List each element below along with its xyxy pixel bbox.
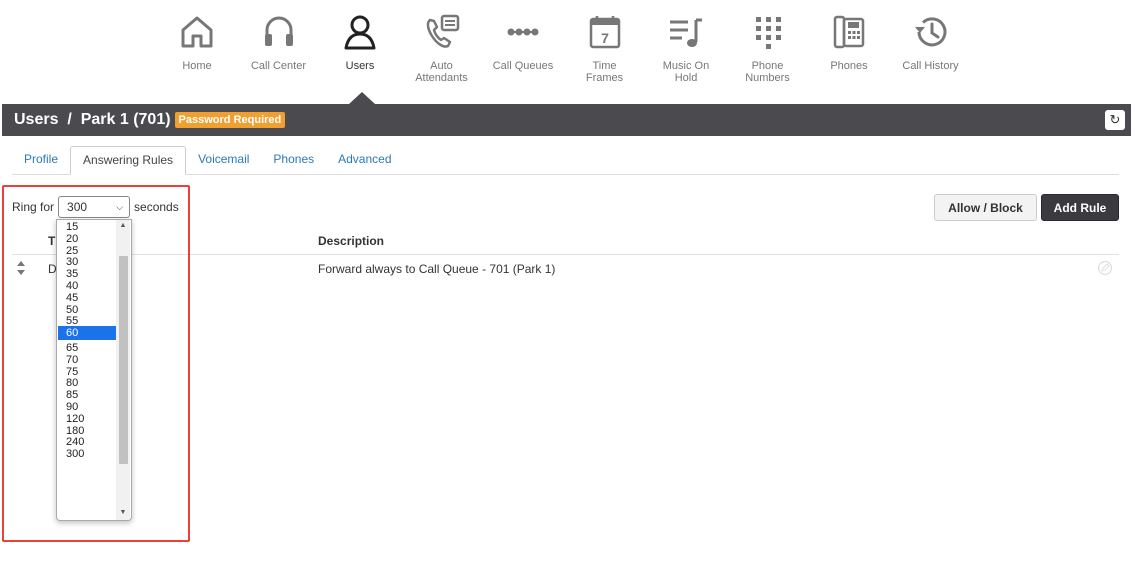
ring-option[interactable]: 85 bbox=[58, 389, 118, 401]
tab-bar: Profile Answering Rules Voicemail Phones… bbox=[12, 146, 1119, 175]
user-icon bbox=[338, 10, 382, 54]
nav-phone-numbers[interactable]: Phone Numbers bbox=[736, 10, 800, 90]
headset-icon bbox=[257, 10, 301, 54]
nav-phones[interactable]: Phones bbox=[817, 10, 881, 90]
nav-label: Music On Hold bbox=[662, 60, 710, 84]
allow-block-button[interactable]: Allow / Block bbox=[934, 194, 1037, 221]
ring-option[interactable]: 60 bbox=[58, 326, 118, 341]
column-header-type[interactable]: T bbox=[48, 234, 55, 248]
nav-label: Home bbox=[182, 60, 212, 72]
ring-option[interactable]: 120 bbox=[58, 413, 118, 425]
ring-option[interactable]: 35 bbox=[58, 268, 118, 280]
ring-option[interactable]: 40 bbox=[58, 280, 118, 292]
phone-menu-icon bbox=[420, 10, 464, 54]
page-titlebar: Users / Park 1 (701) Password Required ↻ bbox=[2, 104, 1131, 136]
nav-time-frames[interactable]: 7 Time Frames bbox=[573, 10, 637, 90]
refresh-icon: ↻ bbox=[1109, 112, 1121, 127]
nav-users[interactable]: Users bbox=[320, 0, 400, 90]
ring-select-value: 300 bbox=[67, 200, 88, 214]
nav-home[interactable]: Home bbox=[165, 10, 229, 90]
nav-label: Call Center bbox=[250, 60, 307, 72]
music-note-icon bbox=[664, 10, 708, 54]
seconds-label: seconds bbox=[134, 200, 179, 214]
nav-call-center[interactable]: Call Center bbox=[247, 10, 311, 90]
calendar-icon: 7 bbox=[583, 10, 627, 54]
ring-for-label: Ring for bbox=[12, 200, 55, 214]
ring-option[interactable]: 15 bbox=[58, 221, 118, 233]
tab-phones[interactable]: Phones bbox=[261, 146, 326, 174]
page-title: Users / Park 1 (701) bbox=[14, 111, 171, 128]
calendar-day-text: 7 bbox=[601, 30, 609, 46]
ring-option[interactable]: 45 bbox=[58, 292, 118, 304]
header-divider bbox=[12, 254, 1119, 255]
ring-option[interactable]: 240 bbox=[58, 436, 118, 448]
nav-label: Phones bbox=[830, 60, 868, 72]
ring-option[interactable]: 90 bbox=[58, 401, 118, 413]
nav-music-on-hold[interactable]: Music On Hold bbox=[654, 10, 718, 90]
chevron-down-icon: ⌵ bbox=[116, 201, 124, 212]
desk-phone-icon bbox=[827, 10, 871, 54]
nav-label: Phone Numbers bbox=[745, 60, 790, 84]
tab-profile[interactable]: Profile bbox=[12, 146, 70, 174]
ring-option[interactable]: 25 bbox=[58, 245, 118, 257]
nav-call-history[interactable]: Call History bbox=[899, 10, 963, 90]
home-icon bbox=[175, 10, 219, 54]
tab-answering-rules[interactable]: Answering Rules bbox=[70, 146, 187, 175]
ring-option[interactable]: 30 bbox=[58, 256, 118, 268]
password-required-badge: Password Required bbox=[174, 112, 286, 128]
nav-label: Auto Attendants bbox=[415, 60, 468, 84]
ring-option[interactable]: 20 bbox=[58, 233, 118, 245]
history-icon bbox=[909, 10, 953, 54]
nav-label: Time Frames bbox=[585, 60, 624, 84]
table-row-description: Forward always to Call Queue - 701 (Park… bbox=[318, 262, 556, 276]
ring-option[interactable]: 80 bbox=[58, 377, 118, 389]
nav-auto-attendants[interactable]: Auto Attendants bbox=[410, 10, 474, 90]
ring-option[interactable]: 65 bbox=[58, 342, 118, 354]
scrollbar[interactable]: ▲ ▼ bbox=[116, 220, 130, 520]
ring-seconds-select[interactable]: 300 ⌵ bbox=[58, 196, 131, 218]
top-nav: Home Call Center Users Auto Attendants C… bbox=[165, 0, 980, 90]
ring-option[interactable]: 50 bbox=[58, 304, 118, 316]
edit-icon[interactable] bbox=[1097, 260, 1113, 276]
nav-call-queues[interactable]: Call Queues bbox=[491, 10, 555, 90]
ring-option[interactable]: 75 bbox=[58, 366, 118, 378]
nav-label: Call History bbox=[902, 60, 959, 72]
tab-voicemail[interactable]: Voicemail bbox=[186, 146, 261, 174]
refresh-button[interactable]: ↻ bbox=[1105, 110, 1125, 130]
ring-for-row: Ring for 300 ⌵ seconds bbox=[12, 196, 179, 218]
sort-handle-icon[interactable] bbox=[16, 260, 26, 276]
tab-advanced[interactable]: Advanced bbox=[326, 146, 403, 174]
queue-icon bbox=[501, 10, 545, 54]
scroll-down-icon[interactable]: ▼ bbox=[116, 507, 130, 519]
add-rule-button[interactable]: Add Rule bbox=[1041, 194, 1119, 221]
scroll-up-icon[interactable]: ▲ bbox=[116, 220, 130, 232]
scrollbar-thumb[interactable] bbox=[119, 256, 128, 464]
ring-option[interactable]: 300 bbox=[58, 448, 118, 460]
nav-label: Call Queues bbox=[492, 60, 554, 72]
ring-options-list[interactable]: 15 20 25 30 35 40 45 50 55 60 65 70 75 80 85 90 120 180 24… bbox=[56, 219, 132, 521]
ring-option[interactable]: 180 bbox=[58, 425, 118, 437]
active-nav-caret bbox=[349, 92, 375, 104]
keypad-icon bbox=[746, 10, 790, 54]
ring-option[interactable]: 70 bbox=[58, 354, 118, 366]
column-header-description[interactable]: Description bbox=[318, 234, 384, 248]
nav-label: Users bbox=[345, 60, 375, 72]
